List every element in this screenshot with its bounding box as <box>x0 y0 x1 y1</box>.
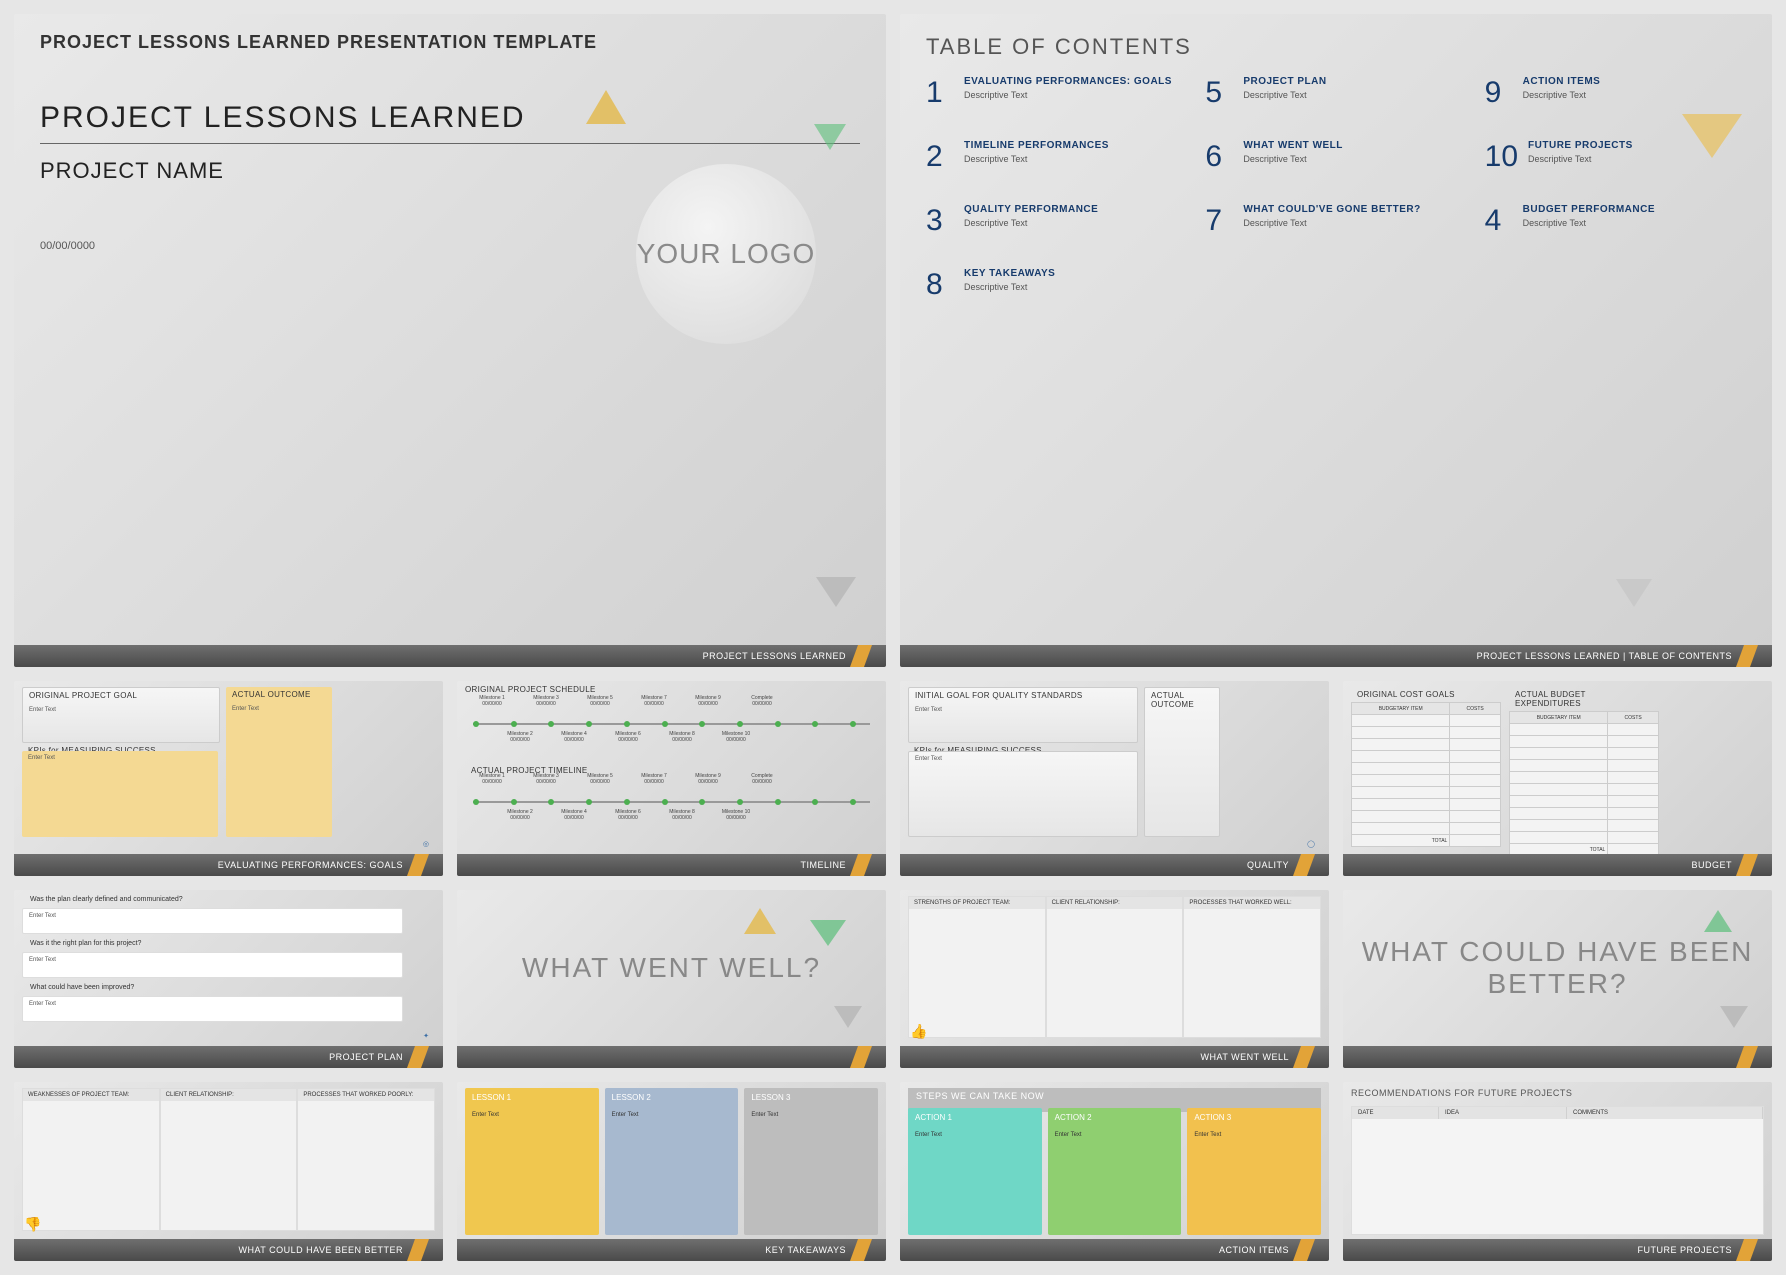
target-icon: ◎ <box>423 840 429 848</box>
slide-gallery: PROJECT LESSONS LEARNED PRESENTATION TEM… <box>0 0 1786 1275</box>
lightbulb-icon: ✦ <box>423 1032 429 1040</box>
bulb-icon: ◯ <box>1307 840 1315 848</box>
toc-item: 8KEY TAKEAWAYSDescriptive Text <box>926 268 1187 302</box>
slide-quality: INITIAL GOAL FOR QUALITY STANDARDSEnter … <box>900 681 1329 876</box>
slide-takeaways: LESSON 1Enter TextLESSON 2Enter TextLESS… <box>457 1082 886 1261</box>
toc-item: 7WHAT COULD'VE GONE BETTER?Descriptive T… <box>1205 204 1466 238</box>
slide-better-cols: WEAKNESSES OF PROJECT TEAM: CLIENT RELAT… <box>14 1082 443 1261</box>
slide-goals: ORIGINAL PROJECT GOALEnter Text ACTUAL O… <box>14 681 443 876</box>
slide-toc: TABLE OF CONTENTS 1EVALUATING PERFORMANC… <box>900 14 1772 667</box>
template-header: PROJECT LESSONS LEARNED PRESENTATION TEM… <box>14 14 886 53</box>
toc-item: 1EVALUATING PERFORMANCES: GOALSDescripti… <box>926 76 1187 110</box>
thumbs-up-icon: 👍 <box>910 1023 927 1040</box>
toc-item: 6WHAT WENT WELLDescriptive Text <box>1205 140 1466 174</box>
slide-footer: PROJECT LESSONS LEARNED <box>14 645 886 667</box>
toc-item: 4BUDGET PERFORMANCEDescriptive Text <box>1485 204 1746 238</box>
toc-title: TABLE OF CONTENTS <box>900 14 1772 68</box>
slide-timeline: ORIGINAL PROJECT SCHEDULE Milestone 100/… <box>457 681 886 876</box>
presentation-title: PROJECT LESSONS LEARNED <box>14 53 886 135</box>
slide-section-better: WHAT COULD HAVE BEEN BETTER? <box>1343 890 1772 1069</box>
toc-item: 5PROJECT PLANDescriptive Text <box>1205 76 1466 110</box>
thumbs-down-icon: 👎 <box>24 1216 41 1233</box>
slide-plan: Was the plan clearly defined and communi… <box>14 890 443 1069</box>
slide-budget: ORIGINAL COST GOALS BUDGETARY ITEMCOSTST… <box>1343 681 1772 876</box>
toc-list: 1EVALUATING PERFORMANCES: GOALSDescripti… <box>900 68 1772 310</box>
slide-title: PROJECT LESSONS LEARNED PRESENTATION TEM… <box>14 14 886 667</box>
slide-recommendations: RECOMMENDATIONS FOR FUTURE PROJECTS DATE… <box>1343 1082 1772 1261</box>
slide-footer: PROJECT LESSONS LEARNED | TABLE OF CONTE… <box>900 645 1772 667</box>
slide-section-wentwell: WHAT WENT WELL? <box>457 890 886 1069</box>
slide-wentwell-cols: STRENGTHS OF PROJECT TEAM: CLIENT RELATI… <box>900 890 1329 1069</box>
toc-item: 9ACTION ITEMSDescriptive Text <box>1485 76 1746 110</box>
slide-actions: STEPS WE CAN TAKE NOW ACTION 1Enter Text… <box>900 1082 1329 1261</box>
logo-placeholder: YOUR LOGO <box>636 164 816 344</box>
toc-item: 2TIMELINE PERFORMANCESDescriptive Text <box>926 140 1187 174</box>
toc-item: 3QUALITY PERFORMANCEDescriptive Text <box>926 204 1187 238</box>
